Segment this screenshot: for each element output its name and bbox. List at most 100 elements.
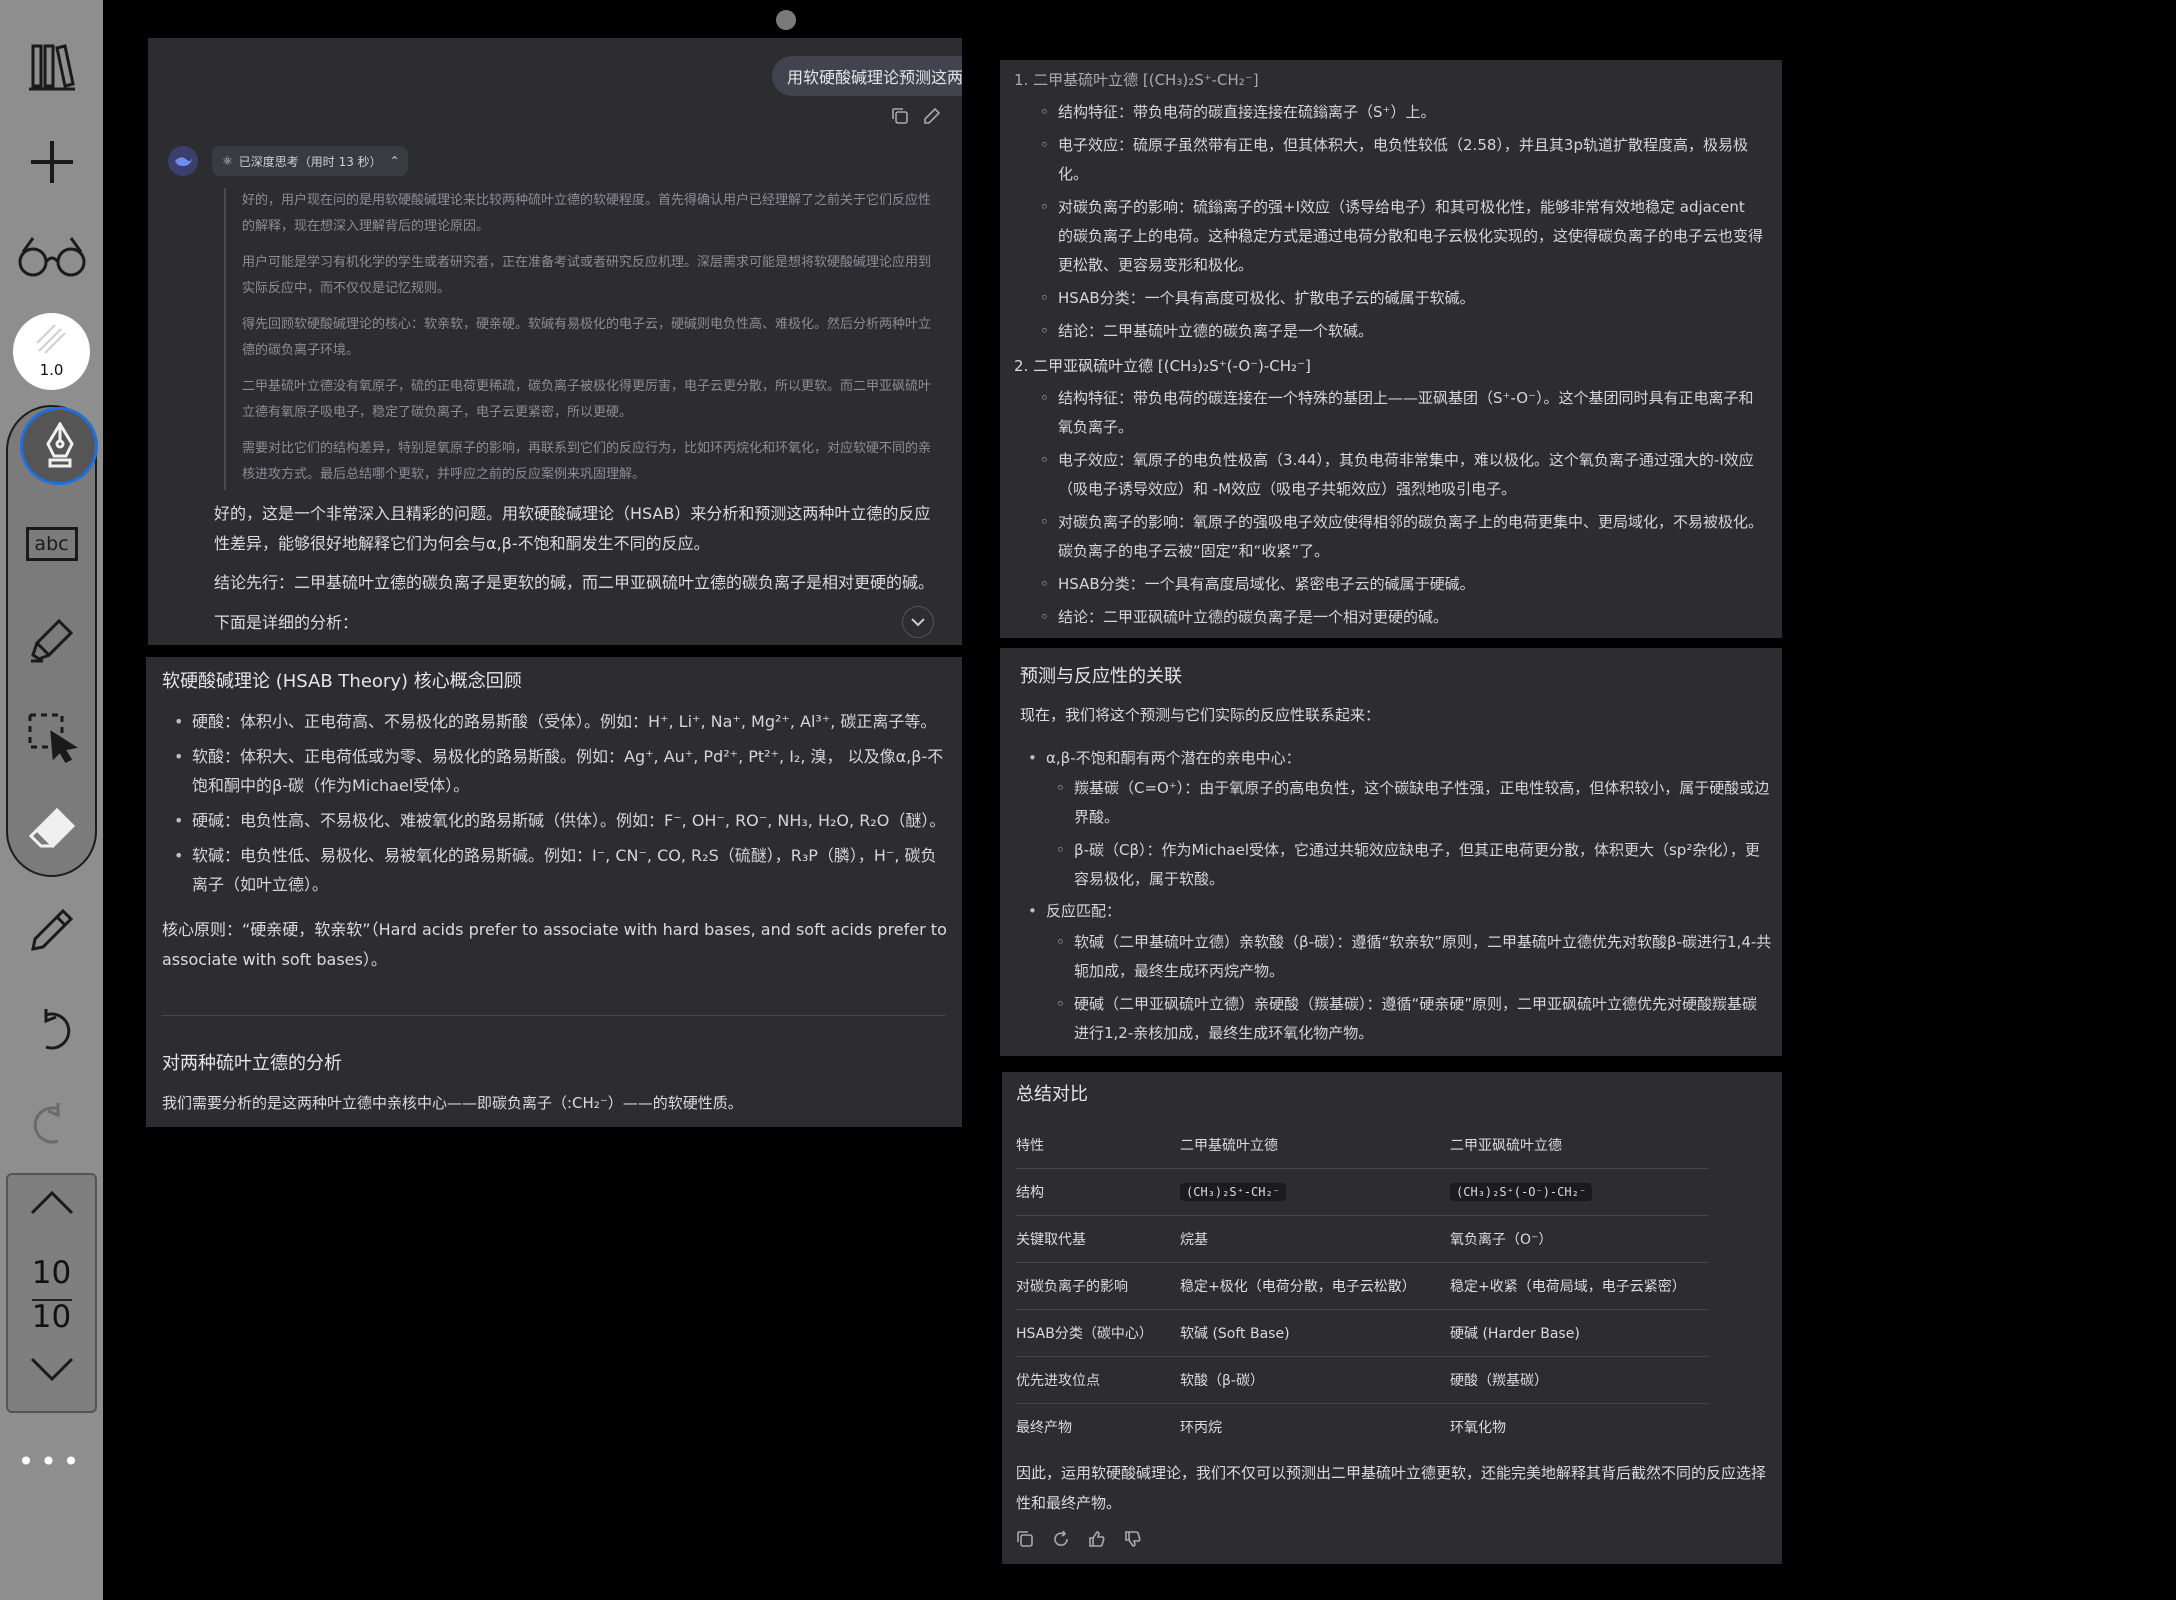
ylide-points-1: 结构特征：带负电荷的碳直接连接在硫鎓离子（S⁺）上。 电子效应：硫原子虽然带有正… <box>1040 98 1764 346</box>
table-cell: 对碳负离子的影响 <box>1016 1262 1180 1310</box>
hsab-list: 硬酸：体积小、正电荷高、不易极化的路易斯酸（受体）。例如：H⁺, Li⁺, Na… <box>174 707 950 899</box>
list-item: 电子效应：硫原子虽然带有正电，但其体积大，电负性较低（2.58），并且其3p轨道… <box>1040 131 1764 189</box>
table-row: HSAB分类（碳中心） 软碱 (Soft Base) 硬碱 (Harder Ba… <box>1016 1309 1708 1357</box>
table-cell: 软酸（β-碳） <box>1180 1356 1450 1404</box>
library-icon[interactable] <box>0 36 103 96</box>
add-icon[interactable] <box>0 132 103 192</box>
thinking-paragraph: 需要对比它们的结构差异，特别是氧原子的影响，再联系到它们的反应行为，比如环丙烷化… <box>242 441 932 482</box>
table-cell: 环丙烷 <box>1180 1420 1222 1436</box>
answer-intro: 好的，这是一个非常深入且精彩的问题。用软硬酸碱理论（HSAB）来分析和预测这两种… <box>214 504 931 553</box>
list-item: 软碱（二甲基硫叶立德）亲软酸（β-碳）：遵循“软亲软”原则，二甲基硫叶立德优先对… <box>1056 928 1772 986</box>
assistant-avatar <box>168 146 198 176</box>
list-item: 羰基碳（C=O⁺）：由于氧原子的高电负性，这个碳缺电子性强，正电性较高，但体积较… <box>1056 774 1772 832</box>
prediction-sublist-2: 软碱（二甲基硫叶立德）亲软酸（β-碳）：遵循“软亲软”原则，二甲基硫叶立德优先对… <box>1056 928 1772 1048</box>
list-item: 硬碱（二甲亚砜硫叶立德）亲硬酸（羰基碳）：遵循“硬亲硬”原则，二甲亚砜硫叶立德优… <box>1056 990 1772 1048</box>
brush-size-label: 1.0 <box>39 361 64 379</box>
list-item: 结构特征：带负电荷的碳直接连接在硫鎓离子（S⁺）上。 <box>1040 98 1764 127</box>
scroll-down-button[interactable] <box>902 606 934 638</box>
ylide-points-2: 结构特征：带负电荷的碳连接在一个特殊的基团上——亚砜基团（S⁺-O⁻）。这个基团… <box>1040 384 1764 632</box>
table-cell: 环氧化物 <box>1450 1420 1506 1436</box>
analysis-text: 我们需要分析的是这两种叶立德中亲核中心——即碳负离子（:CH₂⁻）——的软硬性质… <box>162 1094 743 1112</box>
ylide-heading: 二甲基硫叶立德 [(CH₃)₂S⁺-CH₂⁻] <box>1033 71 1259 89</box>
table-cell: 烷基 <box>1180 1215 1450 1263</box>
summary-title: 总结对比 <box>1016 1084 1088 1105</box>
thumbs-up-icon[interactable] <box>1084 1526 1110 1552</box>
fountain-pen-tool[interactable] <box>20 407 98 485</box>
copy-icon[interactable] <box>1012 1526 1038 1552</box>
table-cell: 优先进攻位点 <box>1016 1356 1180 1404</box>
prediction-title: 预测与反应性的关联 <box>1020 666 1182 687</box>
table-cell: 软碱 (Soft Base) <box>1180 1309 1450 1357</box>
thinking-paragraph: 好的，用户现在问的是用软硬酸碱理论来比较两种硫叶立德的软硬程度。首先得确认用户已… <box>242 193 932 234</box>
brush-size-button[interactable]: 1.0 <box>13 313 90 390</box>
list-item: α,β-不饱和酮有两个潜在的亲电中心： <box>1028 744 1766 773</box>
answer-conclusion: 结论先行：二甲基硫叶立德的碳负离子是更软的碱，而二甲亚砜硫叶立德的碳负离子是相对… <box>214 573 935 592</box>
table-row: 最终产物 环丙烷 环氧化物 <box>1016 1404 1708 1451</box>
eraser-icon[interactable] <box>8 799 95 859</box>
thinking-paragraph: 用户可能是学习有机化学的学生或者研究者，正在准备考试或者研究反应机理。深层需求可… <box>242 255 932 296</box>
more-icon[interactable]: ••• <box>0 1445 103 1478</box>
page-down-icon[interactable] <box>8 1355 95 1395</box>
thumbs-down-icon[interactable] <box>1120 1526 1146 1552</box>
table-cell: 结构 <box>1016 1168 1180 1216</box>
list-item: 对碳负离子的影响：氧原子的强吸电子效应使得相邻的碳负离子上的电荷更集中、更局域化… <box>1040 508 1764 566</box>
table-row: 结构 (CH₃)₂S⁺-CH₂⁻ (CH₃)₂S⁺(-O⁻)-CH₂⁻ <box>1016 1168 1708 1216</box>
list-item: 对碳负离子的影响：硫鎓离子的强+I效应（诱导给电子）和其可极化性，能够非常有效地… <box>1040 193 1764 280</box>
analysis-title: 对两种硫叶立德的分析 <box>162 1053 342 1074</box>
redo-icon[interactable] <box>0 1094 103 1154</box>
list-item: 硬碱：电负性高、不易极化、难被氧化的路易斯碱（供体）。例如：F⁻, OH⁻, R… <box>174 806 950 835</box>
table-cell: 氧负离子（O⁻） <box>1450 1215 1708 1263</box>
table-cell: HSAB分类（碳中心） <box>1016 1309 1180 1357</box>
structure-code: (CH₃)₂S⁺-CH₂⁻ <box>1180 1183 1286 1201</box>
prediction-list: α,β-不饱和酮有两个潜在的亲电中心： <box>1028 744 1766 773</box>
thinking-label: 已深度思考（用时 13 秒） <box>238 154 382 169</box>
summary-table: 特性 二甲基硫叶立德 二甲亚砜硫叶立德 结构 (CH₃)₂S⁺-CH₂⁻ (CH… <box>1016 1122 1708 1450</box>
table-header: 二甲基硫叶立德 <box>1180 1122 1450 1169</box>
drag-handle[interactable] <box>776 10 796 30</box>
table-cell: 稳定+极化（电荷分散，电子云松散） <box>1180 1262 1450 1310</box>
tool-group: abc <box>6 405 98 877</box>
text-tool[interactable]: abc <box>8 519 95 569</box>
list-item: 软碱：电负性低、易极化、易被氧化的路易斯碱。例如：I⁻, CN⁻, CO, R₂… <box>174 841 950 899</box>
table-header-row: 特性 二甲基硫叶立德 二甲亚砜硫叶立德 <box>1016 1122 1708 1169</box>
prediction-panel: 预测与反应性的关联 现在，我们将这个预测与它们实际的反应性联系起来： α,β-不… <box>1000 648 1782 1056</box>
edit-icon[interactable] <box>920 104 944 128</box>
text-tool-label: abc <box>25 527 78 561</box>
page-up-icon[interactable] <box>8 1187 95 1227</box>
undo-icon[interactable] <box>0 1000 103 1060</box>
highlighter-icon[interactable] <box>8 615 95 665</box>
thinking-icon: ⚛ <box>222 154 233 168</box>
regenerate-icon[interactable] <box>1048 1526 1074 1552</box>
prediction-sublist-1: 羰基碳（C=O⁺）：由于氧原子的高电负性，这个碳缺电子性强，正电性较高，但体积较… <box>1056 774 1772 894</box>
table-cell: 关键取代基 <box>1016 1215 1180 1263</box>
thinking-toggle[interactable]: ⚛ 已深度思考（用时 13 秒） ⌃ <box>212 146 408 176</box>
current-page: 10 <box>31 1255 72 1291</box>
pencil-icon[interactable] <box>0 900 103 960</box>
chevron-up-icon: ⌃ <box>389 154 400 168</box>
hsab-panel: 软硬酸碱理论 (HSAB Theory) 核心概念回顾 硬酸：体积小、正电荷高、… <box>146 657 962 1127</box>
reading-glasses-icon[interactable] <box>0 226 103 286</box>
table-cell: 硬碱 (Harder Base) <box>1450 1309 1708 1357</box>
ylide-heading-2: 2. 二甲亚砜硫叶立德 [(CH₃)₂S⁺(-O⁻)-CH₂⁻] <box>1014 357 1311 375</box>
table-header: 特性 <box>1016 1122 1180 1169</box>
copy-icon[interactable] <box>888 104 912 128</box>
list-item: HSAB分类：一个具有高度可极化、扩散电子云的碱属于软碱。 <box>1040 284 1764 313</box>
hsab-title: 软硬酸碱理论 (HSAB Theory) 核心概念回顾 <box>162 671 522 692</box>
thinking-content: 好的，用户现在问的是用软硬酸碱理论来比较两种硫叶立德的软硬程度。首先得确认用户已… <box>224 188 940 490</box>
table-row: 对碳负离子的影响 稳定+极化（电荷分散，电子云松散） 稳定+收紧（电荷局域，电子… <box>1016 1262 1708 1310</box>
prediction-intro: 现在，我们将这个预测与它们实际的反应性联系起来： <box>1020 706 1381 724</box>
list-item: 结构特征：带负电荷的碳连接在一个特殊的基团上——亚砜基团（S⁺-O⁻）。这个基团… <box>1040 384 1764 442</box>
summary-closing: 因此，运用软硬酸碱理论，我们不仅可以预测出二甲基硫叶立德更软，还能完美地解释其背… <box>1016 1464 1767 1512</box>
list-item: β-碳（Cβ）：作为Michael受体，它通过共轭效应缺电子，但其正电荷更分散，… <box>1056 836 1772 894</box>
table-row: 关键取代基 烷基 氧负离子（O⁻） <box>1016 1215 1708 1263</box>
chat-panel: 用软硬酸碱理论预测这两种叶立德谁更软 ⚛ 已深度思考（用时 13 秒） ⌃ 好的… <box>148 38 962 645</box>
list-item: 电子效应：氧原子的电负性极高（3.44），其负电荷非常集中，难以极化。这个氧负离… <box>1040 446 1764 504</box>
divider <box>162 1015 946 1016</box>
ylide-heading-1: 1. 二甲基硫叶立德 [(CH₃)₂S⁺-CH₂⁻] <box>1014 71 1259 89</box>
lasso-select-icon[interactable] <box>8 707 95 767</box>
thinking-paragraph: 二甲基硫叶立德没有氧原子，硫的正电荷更稀疏，碳负离子被极化得更厉害，电子云更分散… <box>242 379 932 420</box>
structure-code: (CH₃)₂S⁺(-O⁻)-CH₂⁻ <box>1450 1183 1593 1201</box>
list-item: 硬酸：体积小、正电荷高、不易极化的路易斯酸（受体）。例如：H⁺, Li⁺, Na… <box>174 707 950 736</box>
list-item: HSAB分类：一个具有高度局域化、紧密电子云的碱属于硬碱。 <box>1040 570 1764 599</box>
table-header: 二甲亚砜硫叶立德 <box>1450 1122 1708 1169</box>
